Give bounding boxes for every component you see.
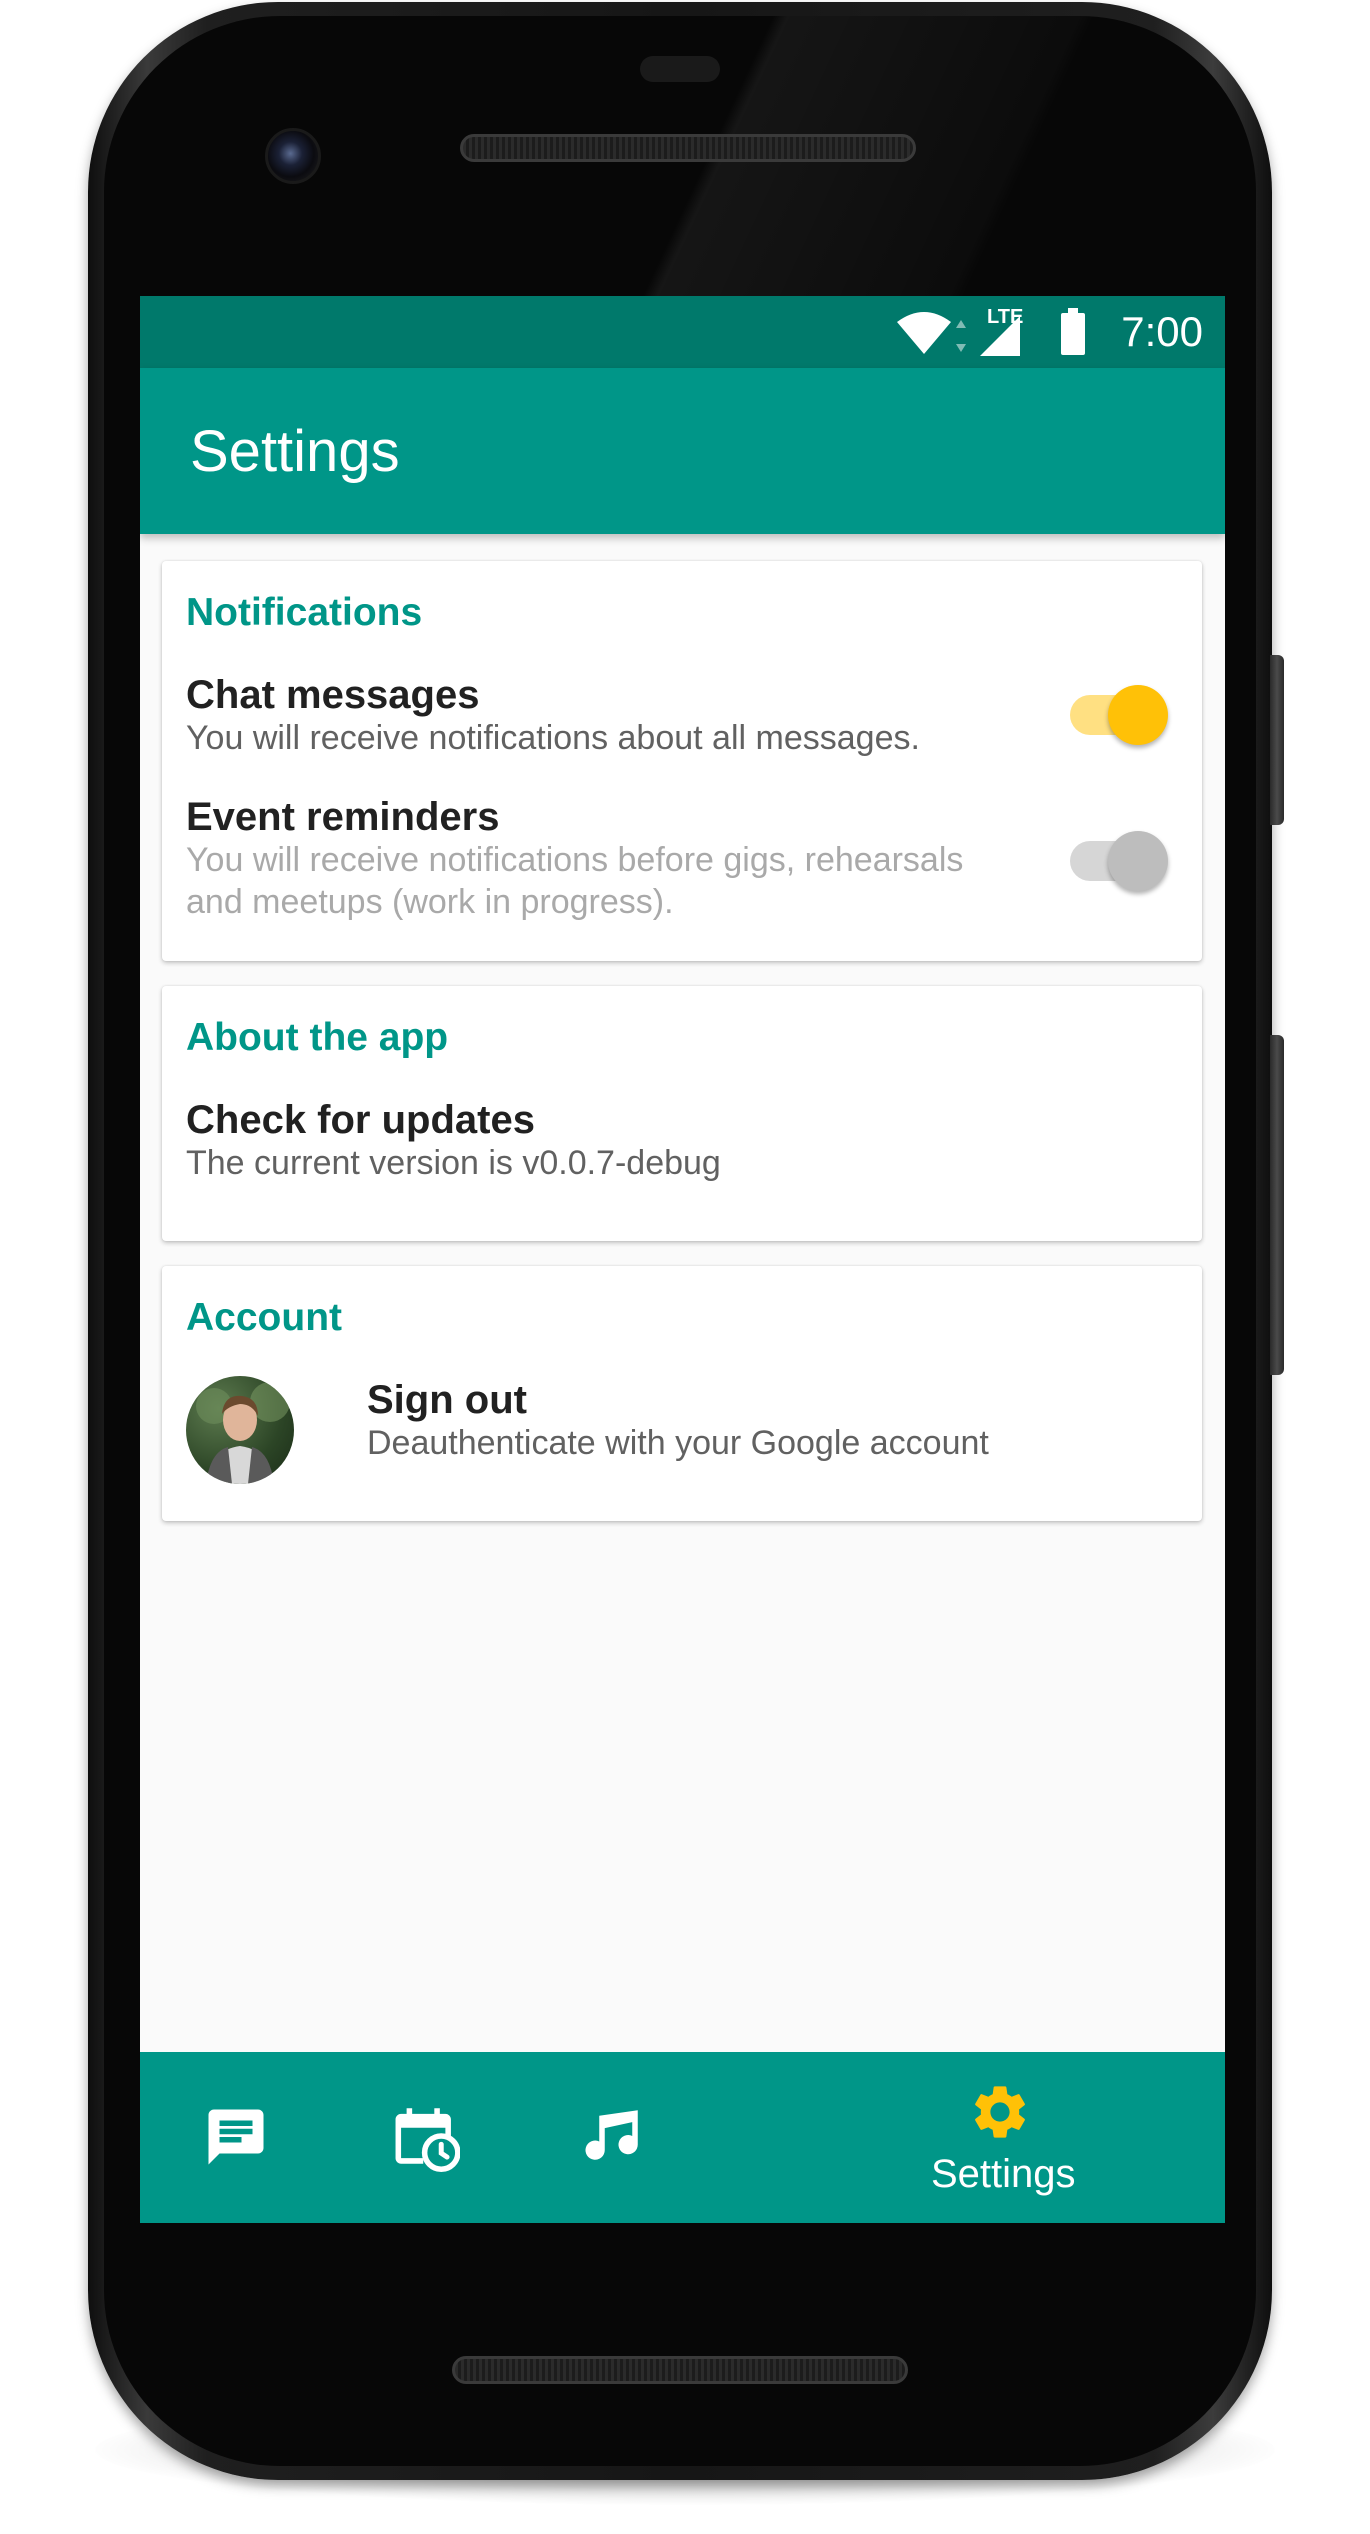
- nav-item-chat[interactable]: [170, 2052, 300, 2223]
- switch-event-reminders[interactable]: [1062, 827, 1172, 897]
- avatar: [186, 1376, 294, 1484]
- pref-title-chat: Chat messages: [186, 673, 480, 717]
- section-title-notifications: Notifications: [186, 591, 423, 634]
- pref-summary-events-line1: You will receive notifications before gi…: [186, 841, 964, 879]
- proximity-sensor: [640, 56, 720, 82]
- pref-chat-messages[interactable]: Chat messages You will receive notificat…: [162, 661, 1202, 771]
- account-card: Account Sign out Deauthenticate with you…: [162, 1266, 1202, 1521]
- bottom-speaker: [452, 2356, 908, 2384]
- about-card: About the app Check for updates The curr…: [162, 986, 1202, 1241]
- switch-chat-messages[interactable]: [1062, 681, 1172, 751]
- switch-thumb: [1108, 685, 1168, 745]
- notifications-card: Notifications Chat messages You will rec…: [162, 561, 1202, 961]
- chat-icon: [208, 2109, 264, 2165]
- switch-thumb: [1108, 831, 1168, 891]
- pref-title-signout: Sign out: [367, 1378, 527, 1422]
- front-camera: [265, 128, 321, 184]
- wifi-icon: [897, 312, 951, 354]
- nav-item-settings[interactable]: Settings: [860, 2052, 1140, 2223]
- gear-icon: [975, 2086, 1025, 2138]
- music-note-icon: [585, 2110, 638, 2160]
- pref-title-events: Event reminders: [186, 795, 500, 839]
- pref-check-updates[interactable]: Check for updates The current version is…: [162, 1086, 1202, 1206]
- page-title: Settings: [190, 419, 400, 484]
- status-time: 7:00: [1121, 308, 1203, 355]
- pref-title-updates: Check for updates: [186, 1098, 535, 1142]
- pref-summary-updates: The current version is v0.0.7-debug: [186, 1144, 721, 1182]
- pref-summary-signout: Deauthenticate with your Google account: [367, 1424, 989, 1462]
- battery-icon: [1061, 308, 1085, 355]
- nav-label-settings: Settings: [931, 2152, 1076, 2196]
- top-speaker: [460, 134, 916, 162]
- section-title-account: Account: [186, 1296, 342, 1339]
- status-bar: LTE 7:00: [140, 296, 1225, 368]
- signal-icon: [980, 316, 1020, 356]
- power-button: [1270, 655, 1284, 825]
- avatar-person-icon: [196, 1382, 290, 1484]
- data-arrows-icon: [956, 320, 966, 352]
- pref-event-reminders[interactable]: Event reminders You will receive notific…: [162, 783, 1202, 933]
- bottom-navigation: Settings: [140, 2052, 1225, 2223]
- pref-summary-events-line2: and meetups (work in progress).: [186, 883, 674, 921]
- nav-item-music[interactable]: [550, 2052, 680, 2223]
- pref-summary-chat: You will receive notifications about all…: [186, 719, 920, 757]
- section-title-about: About the app: [186, 1016, 449, 1059]
- pref-sign-out[interactable]: Sign out Deauthenticate with your Google…: [162, 1366, 1202, 1496]
- nav-item-events[interactable]: [362, 2052, 492, 2223]
- screen: LTE 7:00 Settings Notifications Chat mes…: [140, 296, 1225, 2223]
- app-bar: Settings: [140, 368, 1225, 534]
- volume-button: [1270, 1035, 1284, 1375]
- calendar-clock-icon: [395, 2108, 460, 2172]
